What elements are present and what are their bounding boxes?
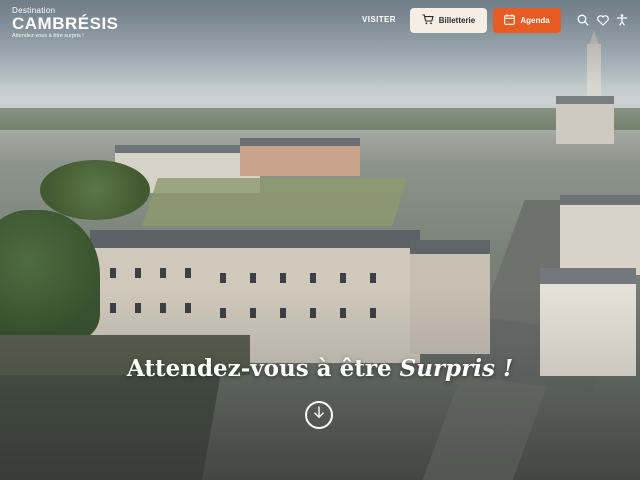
cart-icon <box>422 14 434 27</box>
heart-icon[interactable] <box>596 13 610 27</box>
hero-headline: Attendez-vous à être Surpris ! <box>0 355 640 382</box>
accessibility-icon[interactable] <box>615 13 629 27</box>
ticket-button[interactable]: Billetterie <box>410 8 487 33</box>
logo-tagline: Attendez-vous à être surpris ! <box>12 33 84 39</box>
nav-link-visiter[interactable]: VISITER <box>362 15 396 24</box>
site-header: Destination CAMBRÉSIS Attendez-vous à êt… <box>0 0 640 42</box>
agenda-button[interactable]: Agenda <box>493 8 561 33</box>
hero-headline-accent: Surpris ! <box>399 355 514 382</box>
scroll-down-button[interactable] <box>305 401 333 429</box>
ticket-button-label: Billetterie <box>438 16 476 25</box>
logo-line2: CAMBRÉSIS <box>12 14 119 33</box>
hero-headline-main: Attendez-vous à être <box>126 355 392 382</box>
agenda-button-label: Agenda <box>520 16 550 25</box>
arrow-down-icon <box>313 406 325 424</box>
calendar-icon <box>504 14 516 27</box>
search-icon[interactable] <box>576 13 590 27</box>
site-logo[interactable]: Destination CAMBRÉSIS Attendez-vous à êt… <box>12 6 119 40</box>
